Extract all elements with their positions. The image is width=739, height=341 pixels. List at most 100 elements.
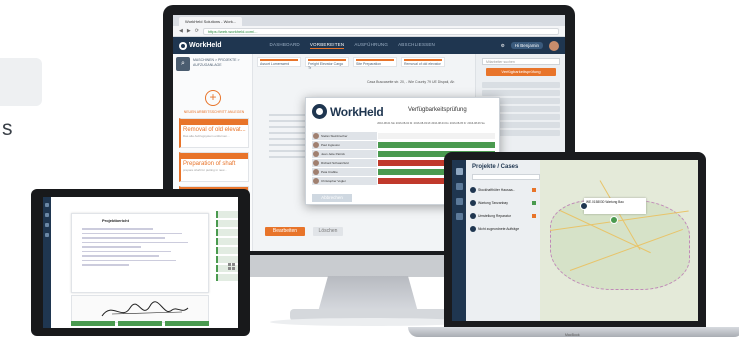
- logo-mark-icon: [179, 41, 187, 50]
- tools-icon[interactable]: [455, 183, 463, 190]
- list-icon[interactable]: [455, 198, 463, 205]
- user-area: ⚙ Hi Benjamin: [501, 40, 559, 51]
- camera-icon[interactable]: [45, 233, 49, 237]
- category-tile[interactable]: Assort Lumenwerd: [257, 57, 301, 67]
- case-label: Nicht zugeordnete Aufträge: [478, 226, 520, 231]
- nav-abschliessen[interactable]: ABSCHLIESSEN: [398, 42, 435, 49]
- add-step-label: NEUEN ARBEITSSCHRITT ANLEGEN: [183, 110, 245, 114]
- availability-check-button[interactable]: Verfügbarkeitsprüfung: [486, 68, 556, 76]
- step-item[interactable]: [216, 220, 238, 227]
- task-card[interactable]: Removal of old elevat... Das alte Aufzug…: [179, 118, 249, 148]
- browser-address-bar: ◀ ▶ ⟳ https://web.workheld.com/...: [173, 26, 565, 37]
- task-card-title: Preparation of shaft: [183, 161, 236, 167]
- report-title: Projektbericht: [102, 218, 129, 223]
- url-input[interactable]: https://web.workheld.com/...: [202, 27, 559, 35]
- project-address: Casa Buscasette str. 20, - Wie County 79…: [367, 80, 455, 84]
- case-item[interactable]: Nicht zugeordnete Aufträge: [470, 223, 536, 234]
- person-name: Jean Jette Patrick: [312, 150, 377, 158]
- task-card-subtitle: Das alte Aufzugsystem entfernen...: [183, 134, 230, 138]
- tablet-screen: Projektbericht: [43, 197, 238, 328]
- app-header: WorkHeld DASHBOARD VORBEREITEN AUSFÜHRUN…: [173, 37, 565, 54]
- staff-row[interactable]: [482, 90, 560, 96]
- monitor-shadow: [270, 318, 470, 326]
- case-icon: [470, 199, 476, 206]
- tablet-step-list: [216, 211, 238, 311]
- date-col: 2016-08-02 Di: [395, 122, 413, 125]
- step-item[interactable]: [216, 274, 238, 281]
- tablet-action-buttons: [71, 321, 209, 326]
- step-item[interactable]: [216, 238, 238, 245]
- logo-text: WorkHeld: [189, 42, 222, 49]
- action-button[interactable]: [118, 321, 162, 326]
- report-body: [82, 228, 200, 269]
- reload-icon[interactable]: ⟳: [195, 28, 199, 34]
- product-showcase: s WorkHeld Solutions - Work... ◀ ▶ ⟳ htt…: [0, 0, 739, 341]
- menu-icon[interactable]: [45, 213, 49, 217]
- step-item[interactable]: [216, 247, 238, 254]
- nav-ausfuehrung[interactable]: AUSFÜHRUNG: [354, 42, 388, 49]
- step-item[interactable]: [216, 256, 238, 263]
- availability-row: Paul Ingleston: [312, 141, 495, 149]
- task-card-title: Removal of old elevat...: [183, 127, 246, 133]
- settings-icon[interactable]: ⚙: [501, 43, 505, 49]
- page-title: Projekte / Cases: [472, 164, 519, 170]
- doc-icon[interactable]: [45, 223, 49, 227]
- main-nav: DASHBOARD VORBEREITEN AUSFÜHRUNG ABSCHLI…: [270, 42, 435, 49]
- category-tile[interactable]: Removal of old elevator: [401, 57, 445, 67]
- case-item[interactable]: Umstellung Reparatur: [470, 210, 536, 221]
- back-icon[interactable]: ◀: [179, 28, 183, 34]
- nav-vorbereiten[interactable]: VORBEREITEN: [309, 42, 345, 49]
- forward-icon[interactable]: ▶: [187, 28, 191, 34]
- case-item[interactable]: Stockhafthüter Hausaa...: [470, 184, 536, 195]
- search-icon[interactable]: ⌕: [176, 57, 190, 71]
- date-col: 2016-08-03 Mi: [413, 122, 431, 125]
- signature-pad[interactable]: [71, 295, 209, 323]
- edit-button[interactable]: Bearbeiten: [265, 227, 305, 236]
- detail-actions: Bearbeiten Löschen: [265, 227, 343, 236]
- nav-dashboard[interactable]: DASHBOARD: [270, 42, 300, 49]
- breadcrumb: MASCHINEN > PROJEKTE > AUFZUGANLAGE: [193, 58, 240, 67]
- task-card[interactable]: Preparation of shaft prepare shaft for p…: [179, 152, 249, 182]
- laptop-sidebar: [452, 160, 466, 321]
- date-header: 2016-08-01 Mo 2016-08-02 Di 2016-08-03 M…: [377, 122, 485, 126]
- case-list: Stockhafthüter Hausaa... Wartung Tanzanb…: [470, 184, 536, 236]
- category-tile[interactable]: Site Preparation: [353, 57, 397, 67]
- staff-row[interactable]: [482, 82, 560, 88]
- windows-logo-icon: [228, 263, 235, 270]
- staff-search-input[interactable]: Mitarbeiter suchen: [482, 58, 560, 65]
- logo-icon: [455, 168, 463, 175]
- case-search-input[interactable]: [472, 174, 540, 180]
- availability-row: Stefan Steinbrecher: [312, 132, 495, 140]
- cancel-button[interactable]: Abbrechen: [312, 194, 352, 202]
- task-card-subtitle: prepare shaft for putting in new...: [183, 168, 227, 172]
- step-item[interactable]: [216, 211, 238, 218]
- workheld-logo[interactable]: WorkHeld: [179, 41, 222, 50]
- modal-title: Verfügbarkeitsprüfung: [408, 107, 467, 113]
- map-pin-icon[interactable]: [610, 216, 618, 224]
- person-name: Paul Ingleston: [312, 141, 377, 149]
- case-map[interactable]: WE.0158030 Wartung Bau: [540, 160, 698, 321]
- person-name: Peta Crabbe: [312, 168, 377, 176]
- browser-tab[interactable]: WorkHeld Solutions - Work...: [179, 17, 243, 26]
- map-popup[interactable]: WE.0158030 Wartung Bau: [584, 198, 646, 214]
- user-menu[interactable]: Hi Benjamin: [510, 42, 543, 49]
- step-item[interactable]: [216, 229, 238, 236]
- status-badge: [532, 187, 536, 192]
- browser-tab-bar: WorkHeld Solutions - Work...: [173, 15, 565, 26]
- action-button[interactable]: [165, 321, 209, 326]
- delete-button[interactable]: Löschen: [313, 227, 343, 236]
- laptop-brand: MacBook: [565, 333, 580, 337]
- avatar[interactable]: [549, 40, 559, 51]
- map-pin-icon[interactable]: [580, 202, 588, 210]
- case-item[interactable]: Wartung Tanzanbay: [470, 197, 536, 208]
- case-icon: [470, 225, 476, 232]
- add-step-button[interactable]: +: [205, 90, 221, 106]
- date-col: 2016-08-05 Fr: [449, 122, 467, 125]
- category-tile[interactable]: Freight Elevator Cargo Tr: [305, 57, 349, 70]
- status-badge: [532, 200, 536, 205]
- calendar-icon[interactable]: [455, 213, 463, 220]
- action-button[interactable]: [71, 321, 115, 326]
- case-label: Stockhafthüter Hausaa...: [478, 187, 516, 192]
- modal-logo-text: WorkHeld: [330, 104, 384, 119]
- date-col: 2016-08-06 Sa: [467, 122, 485, 125]
